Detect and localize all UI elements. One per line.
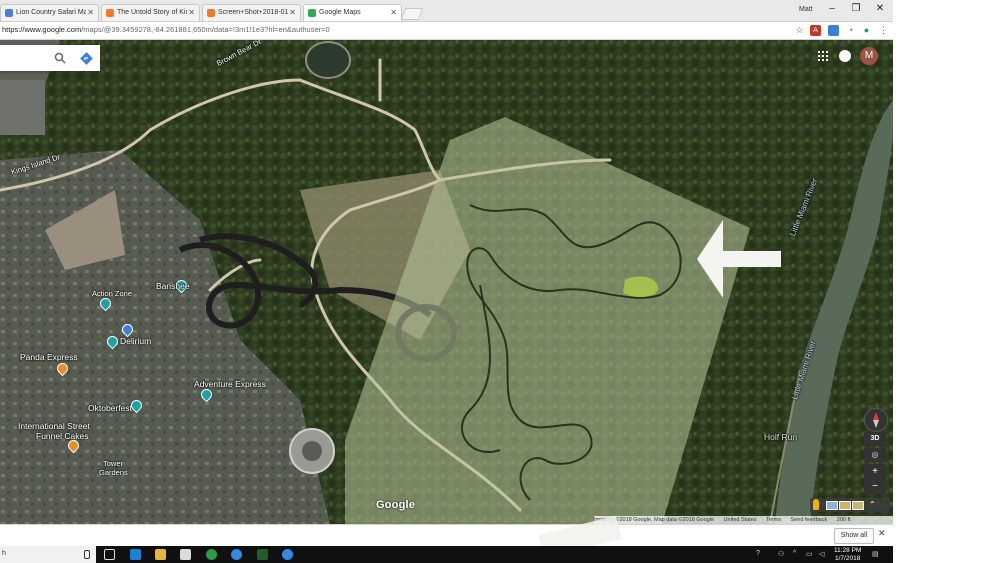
search-icon[interactable] <box>54 52 66 64</box>
pdf-extension-icon[interactable]: A <box>810 25 821 36</box>
directions-icon[interactable] <box>80 52 93 65</box>
compass-icon[interactable] <box>864 408 888 432</box>
clock-time: 11:28 PM <box>834 547 862 554</box>
place-label-oktoberfest[interactable]: Oktoberfest <box>88 403 132 413</box>
place-label-funnel-cakes[interactable]: Funnel Cakes <box>36 431 88 441</box>
extension-icon[interactable] <box>828 25 839 36</box>
profile-name[interactable]: Matt <box>799 6 813 13</box>
downloads-close-icon[interactable]: ✕ <box>878 528 886 539</box>
action-center-icon[interactable]: ▤ <box>872 550 879 558</box>
downloads-bar: Show all ✕ <box>0 515 893 559</box>
tab-favicon <box>308 9 316 17</box>
edge-icon[interactable] <box>130 549 141 560</box>
place-label-action-zone[interactable]: Action Zone <box>92 289 132 298</box>
file-explorer-icon[interactable] <box>155 549 166 560</box>
zoom-controls: + − <box>864 464 886 494</box>
url-field[interactable]: https://www.google.com/maps/@39.3459278,… <box>2 25 330 34</box>
show-all-downloads-button[interactable]: Show all <box>834 528 874 544</box>
3d-toggle-button[interactable]: 3D <box>864 432 886 446</box>
send-feedback-link[interactable]: Send feedback <box>791 517 828 523</box>
place-label-banshee[interactable]: Banshee <box>156 281 190 291</box>
url-path: /maps/@39.3459278,-84.261881,650m/data=!… <box>81 25 330 34</box>
extension-icon[interactable]: ● <box>861 25 872 36</box>
new-tab-button[interactable] <box>400 8 424 20</box>
pegman-icon[interactable] <box>813 499 819 510</box>
zoom-out-button[interactable]: − <box>864 479 886 494</box>
my-location-icon[interactable]: ◎ <box>864 448 886 462</box>
app-icon[interactable] <box>257 549 268 560</box>
tab-favicon <box>5 9 13 17</box>
app-icon[interactable] <box>231 549 242 560</box>
apps-grid-icon[interactable] <box>818 51 828 61</box>
tab-close-icon[interactable]: ✕ <box>188 5 195 20</box>
taskbar-search-text: h <box>2 550 6 557</box>
tab-lion-country[interactable]: Lion Country Safari Map ✕ <box>0 4 99 21</box>
bookmark-star-icon[interactable]: ☆ <box>794 25 805 36</box>
clock-date: 1/7/2018 <box>835 555 861 562</box>
windows-taskbar: h ? ⚇ ^ ▭ ◁ 11:28 PM 1/7/2018 ▤ <box>0 546 893 563</box>
layer-thumbnail[interactable] <box>852 501 864 510</box>
tab-close-icon[interactable]: ✕ <box>390 5 397 20</box>
place-label-gardens[interactable]: Gardens <box>99 468 128 477</box>
people-icon[interactable]: ⚇ <box>778 550 784 558</box>
tab-strip: Lion Country Safari Map ✕ The Untold Sto… <box>0 0 893 22</box>
place-label-panda-express[interactable]: Panda Express <box>20 352 78 362</box>
minimize-icon[interactable]: – <box>824 3 840 14</box>
volume-icon[interactable]: ◁ <box>819 550 824 558</box>
country-label: United States <box>723 517 757 523</box>
white-arrow-icon <box>697 220 781 298</box>
tab-favicon <box>207 9 215 17</box>
layer-thumbnail[interactable] <box>839 501 851 510</box>
tab-title: Screen+Shot+2018-01-0 <box>218 9 288 16</box>
terms-link[interactable]: Terms <box>766 517 781 523</box>
task-view-icon[interactable] <box>104 549 115 560</box>
tab-screenshot[interactable]: Screen+Shot+2018-01-0 ✕ <box>202 4 301 21</box>
google-logo: Google <box>376 499 416 511</box>
chrome-icon[interactable] <box>206 549 217 560</box>
tab-close-icon[interactable]: ✕ <box>289 5 296 20</box>
area-label: Holf Run <box>764 432 798 442</box>
place-label-adventure-express[interactable]: Adventure Express <box>194 379 266 389</box>
scale-label: 200 ft <box>836 517 851 523</box>
map-canvas[interactable]: M Banshee Action Zone Delirium Panda Exp… <box>0 40 893 524</box>
tab-title: The Untold Story of Kings <box>117 9 187 16</box>
address-bar[interactable]: https://www.google.com/maps/@39.3459278,… <box>0 22 893 40</box>
notifications-icon[interactable] <box>839 50 851 62</box>
place-label-tower[interactable]: Tower <box>103 459 123 468</box>
map-search-box[interactable] <box>0 45 100 71</box>
url-host: https://www.google.com <box>2 25 82 34</box>
place-label-international-street[interactable]: International Street <box>18 421 90 431</box>
network-icon[interactable]: ▭ <box>806 550 813 558</box>
help-icon[interactable]: ? <box>756 550 760 557</box>
tab-favicon <box>106 9 114 17</box>
app-icon[interactable] <box>282 549 293 560</box>
microphone-icon[interactable] <box>84 550 90 559</box>
extension-icon[interactable]: ◔ <box>845 25 856 36</box>
tab-title: Google Maps <box>319 9 361 16</box>
layer-thumbnail[interactable] <box>826 501 838 510</box>
menu-icon[interactable]: ⋮ <box>878 25 889 36</box>
store-icon[interactable] <box>180 549 191 560</box>
tray-expand-icon[interactable]: ^ <box>793 550 796 557</box>
zoom-in-button[interactable]: + <box>864 464 886 479</box>
maximize-icon[interactable]: ❐ <box>848 3 864 14</box>
expand-imagery-icon[interactable]: ⌃ <box>869 500 876 509</box>
taskbar-search-box[interactable]: h <box>0 546 96 563</box>
window-close-icon[interactable]: ✕ <box>872 3 888 14</box>
account-avatar[interactable]: M <box>860 47 878 65</box>
tab-title: Lion Country Safari Map <box>16 9 86 16</box>
map-footer: Imagery ©2018 Google, Map data ©2018 Goo… <box>594 516 893 524</box>
tab-google-maps[interactable]: Google Maps ✕ <box>303 4 402 21</box>
tab-untold-story[interactable]: The Untold Story of Kings ✕ <box>101 4 200 21</box>
tab-close-icon[interactable]: ✕ <box>87 5 94 20</box>
place-label-delirium[interactable]: Delirium <box>120 336 151 346</box>
taskbar-clock[interactable]: 11:28 PM 1/7/2018 <box>834 547 861 563</box>
